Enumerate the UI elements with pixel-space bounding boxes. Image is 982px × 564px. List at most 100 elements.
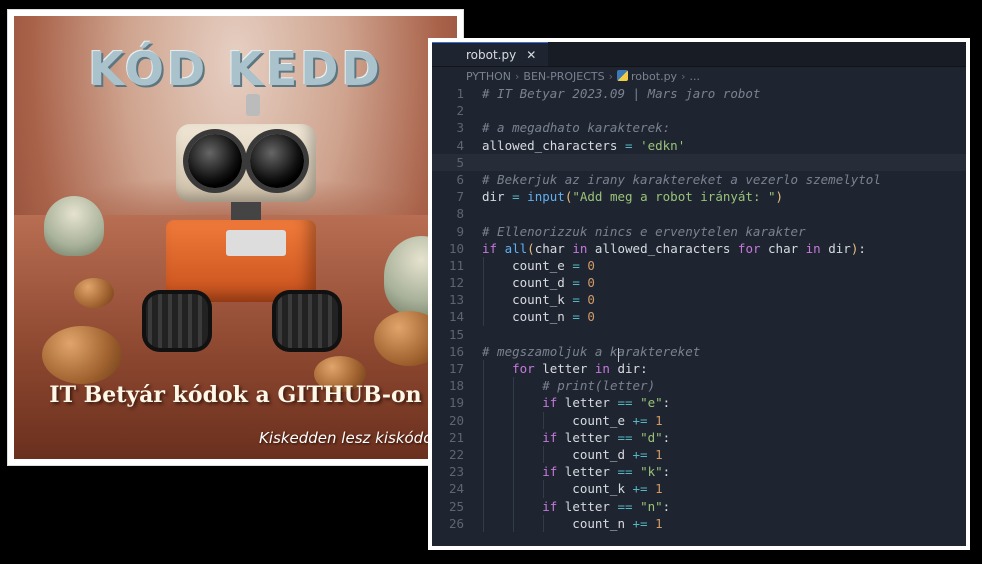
code-line[interactable]: 2 bbox=[432, 102, 966, 119]
code-line[interactable]: 25 if letter == "n": bbox=[432, 497, 966, 515]
chevron-right-icon: › bbox=[681, 69, 686, 83]
code-text: # Bekerjuk az irany karaktereket a vezer… bbox=[482, 171, 881, 187]
breadcrumb-item[interactable]: BEN-PROJECTS bbox=[523, 70, 604, 83]
code-editor: robot.py ✕ PYTHON › BEN-PROJECTS › robot… bbox=[432, 42, 966, 546]
code-line[interactable]: 10 if all(char in allowed_characters for … bbox=[432, 240, 966, 257]
code-line[interactable]: 4 allowed_characters = 'edkn' bbox=[432, 137, 966, 154]
close-icon[interactable]: ✕ bbox=[526, 48, 536, 62]
rock bbox=[42, 326, 122, 384]
line-number: 5 bbox=[456, 154, 464, 170]
desert-plant bbox=[44, 196, 104, 256]
line-number: 10 bbox=[448, 240, 464, 256]
line-number: 12 bbox=[448, 275, 464, 291]
code-text: if all(char in allowed_characters for ch… bbox=[482, 240, 866, 256]
line-number: 24 bbox=[448, 481, 464, 497]
code-line[interactable]: 8 bbox=[432, 205, 966, 222]
line-number: 26 bbox=[448, 515, 464, 531]
code-line[interactable]: 1 # IT Betyar 2023.09 | Mars jaro robot bbox=[432, 85, 966, 102]
code-text: dir = input("Add meg a robot irányát: ") bbox=[482, 189, 784, 205]
poster-card: KÓD KEDD IT Betyár kódok a GITHUB-on Kis… bbox=[8, 10, 463, 465]
code-text: count_d = 0 bbox=[482, 275, 595, 291]
code-line[interactable]: 21 if letter == "d": bbox=[432, 428, 966, 446]
line-number: 21 bbox=[448, 429, 464, 445]
line-number: 1 bbox=[456, 86, 464, 101]
code-text: if letter == "n": bbox=[542, 498, 671, 514]
line-number: 7 bbox=[456, 189, 464, 205]
code-text: count_e += 1 bbox=[482, 412, 663, 428]
chevron-right-icon: › bbox=[515, 69, 520, 83]
code-line[interactable]: 17 for letter in dir: bbox=[432, 360, 966, 378]
code-line[interactable]: 5 bbox=[432, 153, 966, 171]
line-number: 2 bbox=[456, 103, 464, 119]
line-number: 22 bbox=[448, 446, 464, 462]
code-text: count_k = 0 bbox=[482, 292, 595, 308]
code-line[interactable]: 6 # Bekerjuk az irany karaktereket a veze… bbox=[432, 171, 966, 188]
code-line[interactable]: 22 count_d += 1 bbox=[432, 445, 966, 464]
line-number: 4 bbox=[456, 137, 464, 153]
code-line[interactable]: 16 # megszamoljuk a karaktereket bbox=[432, 343, 966, 360]
poster-title: KÓD KEDD bbox=[88, 42, 383, 96]
code-text: if letter == "d": bbox=[542, 429, 671, 445]
line-number: 15 bbox=[448, 326, 464, 342]
code-line[interactable]: 19 if letter == "e": bbox=[432, 394, 966, 412]
tab-label: robot.py bbox=[466, 47, 517, 62]
poster-image: KÓD KEDD IT Betyár kódok a GITHUB-on Kis… bbox=[14, 16, 457, 459]
code-text: if letter == "k": bbox=[542, 464, 671, 480]
line-number: 3 bbox=[456, 120, 464, 136]
line-number: 6 bbox=[456, 171, 464, 187]
code-line[interactable]: 12 count_d = 0 bbox=[432, 274, 966, 292]
line-number: 8 bbox=[456, 206, 464, 222]
poster-subtitle: IT Betyár kódok a GITHUB-on bbox=[49, 382, 422, 408]
mouse-cursor-icon bbox=[618, 348, 619, 362]
line-number: 16 bbox=[448, 343, 464, 359]
code-text: count_n = 0 bbox=[482, 309, 595, 325]
line-number: 13 bbox=[448, 292, 464, 308]
code-area[interactable]: 1 # IT Betyar 2023.09 | Mars jaro robot 2 3… bbox=[432, 85, 966, 532]
line-number: 18 bbox=[448, 378, 464, 394]
code-text: allowed_characters = 'edkn' bbox=[482, 137, 686, 153]
code-line[interactable]: 3 # a megadhato karakterek: bbox=[432, 119, 966, 136]
line-number: 14 bbox=[448, 309, 464, 325]
tab-bar: robot.py ✕ bbox=[432, 42, 966, 67]
code-line[interactable]: 18 # print(letter) bbox=[432, 377, 966, 395]
breadcrumb: PYTHON › BEN-PROJECTS › robot.py › ... bbox=[432, 67, 966, 85]
code-text: if letter == "e": bbox=[542, 395, 671, 411]
line-number: 9 bbox=[456, 223, 464, 239]
code-text: # Ellenorizzuk nincs e ervenytelen karak… bbox=[482, 223, 806, 239]
chevron-right-icon: › bbox=[608, 69, 614, 83]
code-text: count_k += 1 bbox=[482, 481, 663, 497]
line-number: 11 bbox=[448, 257, 464, 273]
code-line[interactable]: 20 count_e += 1 bbox=[432, 411, 966, 429]
line-number: 25 bbox=[448, 498, 464, 514]
code-line[interactable]: 11 count_e = 0 bbox=[432, 256, 966, 275]
code-line[interactable]: 15 bbox=[432, 326, 966, 343]
code-text: # print(letter) bbox=[542, 378, 656, 394]
code-text: # a megadhato karakterek: bbox=[482, 120, 671, 136]
line-number: 23 bbox=[448, 464, 464, 480]
code-line[interactable]: 13 count_k = 0 bbox=[432, 291, 966, 309]
code-text: # IT Betyar 2023.09 | Mars jaro robot bbox=[482, 86, 761, 101]
breadcrumb-item[interactable]: robot.py bbox=[617, 69, 677, 83]
tab-robot-py[interactable]: robot.py ✕ bbox=[432, 42, 549, 66]
code-line[interactable]: 7 dir = input("Add meg a robot irányát: "… bbox=[432, 188, 966, 205]
editor-card: robot.py ✕ PYTHON › BEN-PROJECTS › robot… bbox=[428, 38, 970, 550]
code-line[interactable]: 9 # Ellenorizzuk nincs e ervenytelen kara… bbox=[432, 223, 966, 240]
robot-illustration bbox=[136, 94, 346, 364]
code-line[interactable]: 26 count_n += 1 bbox=[432, 514, 966, 532]
code-line[interactable]: 14 count_n = 0 bbox=[432, 308, 966, 326]
python-file-icon bbox=[617, 69, 629, 81]
code-text: count_n += 1 bbox=[482, 515, 663, 531]
code-text: count_d += 1 bbox=[482, 446, 663, 462]
code-text: # megszamoljuk a karaktereket bbox=[482, 343, 701, 359]
code-text: for letter in dir: bbox=[512, 361, 648, 376]
breadcrumb-item[interactable]: ... bbox=[689, 70, 700, 83]
line-number: 20 bbox=[448, 412, 464, 428]
code-text: count_e = 0 bbox=[482, 257, 595, 273]
line-number: 19 bbox=[448, 395, 464, 411]
rock bbox=[74, 278, 114, 308]
breadcrumb-item[interactable]: PYTHON bbox=[466, 70, 511, 83]
poster-tagline: Kiskedden lesz kiskódom bbox=[259, 429, 447, 447]
line-number: 17 bbox=[448, 361, 464, 376]
code-line[interactable]: 24 count_k += 1 bbox=[432, 480, 966, 498]
code-line[interactable]: 23 if letter == "k": bbox=[432, 463, 966, 481]
